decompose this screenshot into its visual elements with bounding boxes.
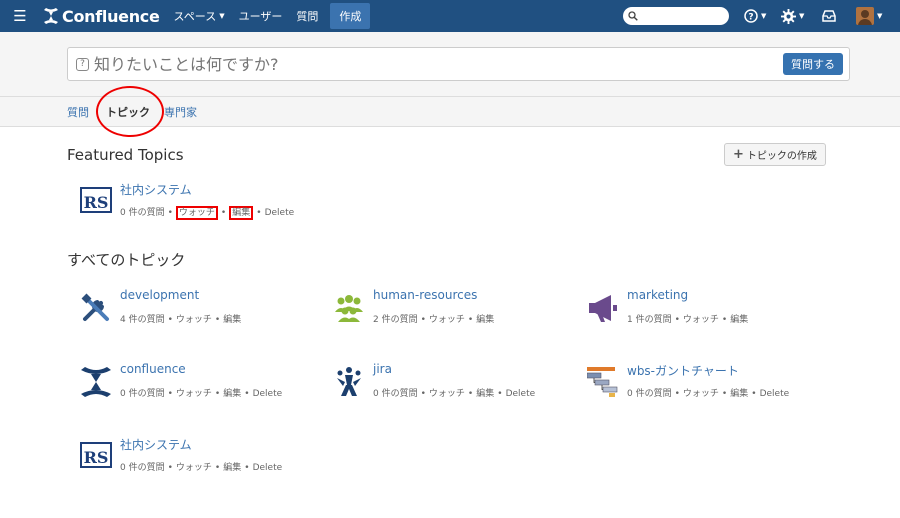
create-topic-label: トピックの作成	[746, 151, 817, 162]
topic-name-link[interactable]: jira	[373, 362, 392, 376]
question-count: 0 件の質問	[120, 463, 165, 473]
watch-link[interactable]: ウォッチ	[176, 389, 212, 399]
topic-meta: 2 件の質問 • ウォッチ • 編集	[373, 315, 495, 325]
question-count: 4 件の質問	[120, 315, 165, 325]
question-count: 0 件の質問	[120, 208, 165, 218]
question-icon: ?	[76, 57, 89, 71]
search-input[interactable]	[641, 9, 721, 23]
question-count: 2 件の質問	[373, 315, 418, 325]
rs-logo-icon: RS	[80, 187, 112, 213]
gear-icon	[781, 8, 796, 24]
topic-meta: 0 件の質問 • ウォッチ • 編集 • Delete	[373, 389, 536, 399]
tab-questions[interactable]: 質問	[67, 104, 89, 120]
edit-link[interactable]: 編集	[730, 389, 748, 399]
top-navigation-bar: ☰ Confluence スペース ▼ ユーザー 質問 作成 ? ▼ ▼ ▼	[0, 0, 900, 32]
edit-link[interactable]: 編集	[223, 389, 241, 399]
question-count: 0 件の質問	[373, 389, 418, 399]
people-icon	[335, 295, 363, 322]
nav-spaces-label: スペース	[173, 10, 217, 23]
search-box[interactable]	[623, 7, 729, 25]
watch-link[interactable]: ウォッチ	[683, 315, 719, 325]
topic-meta: 0 件の質問 • ウォッチ • 編集 • Delete	[120, 463, 283, 473]
tools-icon	[81, 293, 109, 321]
nav-spaces[interactable]: スペース ▼	[174, 8, 225, 24]
plus-icon: +	[733, 147, 744, 162]
search-icon	[628, 11, 638, 21]
avatar	[856, 7, 874, 25]
ask-question-box: ? 質問する	[67, 47, 850, 81]
nav-questions[interactable]: 質問	[296, 8, 318, 24]
nav-people[interactable]: ユーザー	[239, 8, 283, 24]
help-icon: ?	[744, 9, 758, 23]
create-topic-button[interactable]: + トピックの作成	[724, 143, 826, 166]
svg-text:?: ?	[748, 13, 753, 23]
topic-name-link[interactable]: marketing	[627, 288, 688, 302]
edit-link[interactable]: 編集	[223, 463, 241, 473]
app-switcher-menu-icon[interactable]: ☰	[0, 0, 40, 32]
annotation-circle	[96, 86, 164, 137]
watch-link[interactable]: ウォッチ	[176, 315, 212, 325]
question-count: 1 件の質問	[627, 315, 672, 325]
brand-name: Confluence	[62, 6, 160, 26]
chevron-down-icon: ▼	[219, 12, 225, 20]
watch-link[interactable]: ウォッチ	[429, 389, 465, 399]
topic-name-link[interactable]: development	[120, 288, 199, 302]
gantt-chart-icon	[587, 367, 618, 397]
topic-name-link[interactable]: 社内システム	[120, 181, 192, 198]
ask-question-button[interactable]: 質問する	[783, 53, 843, 75]
featured-topics-heading: Featured Topics	[67, 146, 184, 164]
edit-link[interactable]: 編集	[229, 206, 254, 220]
edit-link[interactable]: 編集	[730, 315, 748, 325]
watch-link[interactable]: ウォッチ	[175, 206, 218, 220]
topic-meta: 4 件の質問 • ウォッチ • 編集	[120, 315, 242, 325]
topic-name-link[interactable]: human-resources	[373, 288, 477, 302]
jira-logo-icon	[337, 367, 361, 396]
settings-menu[interactable]: ▼	[781, 0, 804, 32]
confluence-logo[interactable]: Confluence	[42, 7, 160, 26]
rs-logo-text: RS	[84, 448, 109, 467]
edit-link[interactable]: 編集	[476, 315, 494, 325]
create-button[interactable]: 作成	[330, 3, 371, 29]
delete-link[interactable]: Delete	[253, 463, 283, 473]
chevron-down-icon: ▼	[799, 12, 805, 20]
watch-link[interactable]: ウォッチ	[683, 389, 719, 399]
nav-people-label: ユーザー	[238, 10, 283, 23]
topic-meta: 0 件の質問 • ウォッチ • 編集 • Delete	[627, 389, 790, 399]
topic-name-link[interactable]: confluence	[120, 362, 186, 376]
all-topics-heading: すべてのトピック	[67, 251, 186, 269]
edit-link[interactable]: 編集	[476, 389, 494, 399]
question-count: 0 件の質問	[627, 389, 672, 399]
confluence-logo-icon	[44, 8, 58, 24]
user-menu[interactable]: ▼	[856, 0, 882, 32]
ask-question-input[interactable]	[94, 54, 754, 74]
megaphone-icon	[589, 295, 617, 322]
topic-meta: 0 件の質問 • ウォッチ • 編集 • Delete	[120, 206, 295, 220]
chevron-down-icon: ▼	[877, 12, 883, 20]
nav-questions-label: 質問	[296, 10, 319, 23]
rs-logo-icon: RS	[80, 442, 112, 468]
confluence-logo-icon	[81, 367, 111, 397]
watch-link[interactable]: ウォッチ	[429, 315, 465, 325]
delete-link[interactable]: Delete	[253, 389, 283, 399]
chevron-down-icon: ▼	[761, 12, 767, 20]
rs-logo-text: RS	[84, 193, 109, 212]
help-menu[interactable]: ? ▼	[744, 0, 766, 32]
delete-link[interactable]: Delete	[506, 389, 536, 399]
delete-link[interactable]: Delete	[265, 208, 295, 218]
question-count: 0 件の質問	[120, 389, 165, 399]
watch-link[interactable]: ウォッチ	[176, 463, 212, 473]
edit-link[interactable]: 編集	[223, 315, 241, 325]
notifications-button[interactable]	[822, 0, 836, 32]
topic-name-link[interactable]: 社内システム	[120, 436, 192, 453]
inbox-icon	[822, 10, 836, 22]
topic-meta: 0 件の質問 • ウォッチ • 編集 • Delete	[120, 389, 283, 399]
topic-name-link[interactable]: wbs-ガントチャート	[627, 362, 739, 379]
delete-link[interactable]: Delete	[760, 389, 790, 399]
topic-meta: 1 件の質問 • ウォッチ • 編集	[627, 315, 749, 325]
tab-experts[interactable]: 専門家	[164, 104, 197, 120]
